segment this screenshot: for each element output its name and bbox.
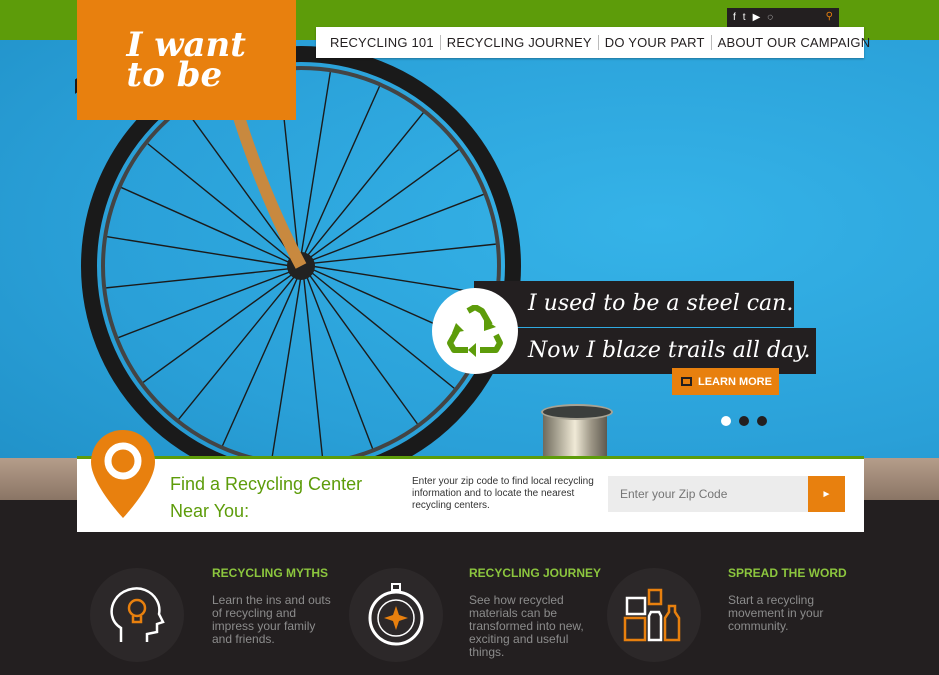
logo-text: I want to be (126, 25, 246, 95)
search-icon[interactable]: ⚲ (826, 12, 833, 22)
location-pin-icon (91, 430, 155, 518)
finder-title: Find a Recycling Center Near You: (170, 474, 363, 521)
feature-title-myths[interactable]: RECYCLING MYTHS (212, 566, 328, 580)
slide-dots (721, 416, 767, 426)
nav-recycling-101[interactable]: RECYCLING 101 (324, 35, 440, 50)
recycle-badge (432, 288, 518, 374)
site-logo[interactable]: I want to be (77, 0, 296, 120)
feature-text-journey: See how recycled materials can be transf… (469, 593, 584, 659)
twitter-icon[interactable]: t (743, 12, 746, 23)
slide-dot-3[interactable] (757, 416, 767, 426)
steel-can-image (541, 404, 613, 460)
nav-do-your-part[interactable]: DO YOUR PART (597, 35, 711, 50)
book-icon (681, 377, 692, 386)
blog-icon[interactable]: ◌ (767, 12, 773, 23)
nav-recycling-journey[interactable]: RECYCLING JOURNEY (439, 35, 598, 50)
social-bar: f t ▶ ◌ ⚲ (727, 8, 839, 27)
feature-section: RECYCLING MYTHS Learn the ins and outs o… (0, 532, 939, 675)
slide-dot-1[interactable] (721, 416, 731, 426)
learn-more-button[interactable]: LEARN MORE (672, 368, 779, 395)
youtube-icon[interactable]: ▶ (753, 12, 761, 23)
compass-icon[interactable] (349, 568, 443, 662)
main-nav: RECYCLING 101 RECYCLING JOURNEY DO YOUR … (316, 27, 870, 58)
recyclables-icon[interactable] (607, 568, 701, 662)
zip-submit-button[interactable]: ► (808, 476, 845, 512)
recycling-center-finder: Find a Recycling Center Near You: Enter … (77, 456, 864, 532)
feature-title-journey[interactable]: RECYCLING JOURNEY (469, 566, 601, 580)
feature-title-spread[interactable]: SPREAD THE WORD (728, 566, 847, 580)
zip-code-input[interactable] (608, 476, 808, 512)
facebook-icon[interactable]: f (733, 12, 736, 23)
slide-headline-1: I used to be a steel can. (474, 281, 794, 327)
recycle-icon (447, 305, 503, 357)
finder-description: Enter your zip code to find local recycl… (412, 476, 594, 511)
slide-dot-2[interactable] (739, 416, 749, 426)
feature-text-spread: Start a recycling movement in your commu… (728, 593, 824, 633)
learn-more-label: LEARN MORE (698, 375, 772, 388)
feature-text-myths: Learn the ins and outs of recycling and … (212, 593, 331, 646)
nav-about-campaign[interactable]: ABOUT OUR CAMPAIGN (710, 35, 877, 50)
head-lightbulb-icon[interactable] (90, 568, 184, 662)
